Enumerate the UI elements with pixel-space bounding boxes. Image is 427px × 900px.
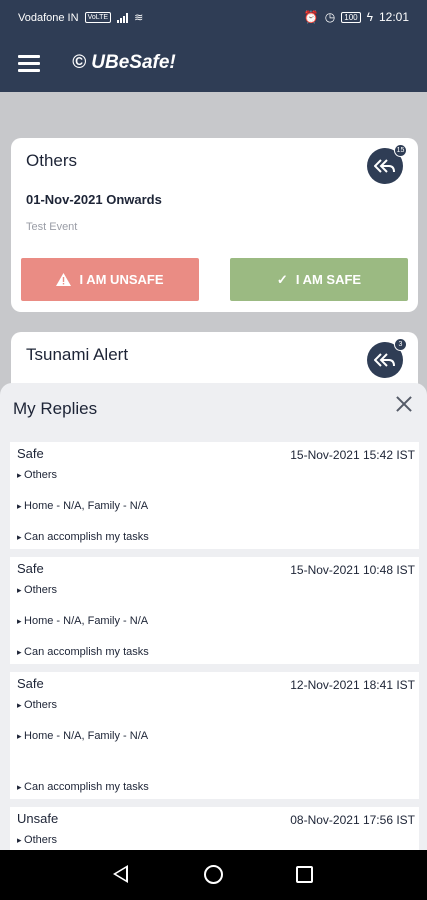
my-replies-sheet: My Replies Safe 15-Nov-2021 15:42 IST Ot… (0, 383, 427, 850)
reply-location: Home - N/A, Family - N/A (17, 615, 148, 627)
recent-apps-icon[interactable] (296, 866, 313, 883)
close-icon[interactable] (393, 393, 415, 415)
status-bar: Vodafone IN VoLTE ≋ ⏰ ◷ 100 ϟ 12:01 (0, 0, 427, 36)
reply-item: Safe 15-Nov-2021 15:42 IST Others Home -… (10, 442, 419, 549)
clock-icon: ◷ (324, 10, 336, 24)
reply-event: Others (17, 469, 57, 481)
reply-location: Home - N/A, Family - N/A (17, 500, 148, 512)
reply-all-icon (374, 353, 395, 367)
reply-timestamp: 15-Nov-2021 10:48 IST (290, 563, 415, 577)
hamburger-icon[interactable] (18, 55, 40, 73)
alarm-icon: ⏰ (303, 10, 319, 24)
reply-note: Can accomplish my tasks (17, 531, 149, 543)
reply-timestamp: 08-Nov-2021 17:56 IST (290, 813, 415, 827)
reply-location: Home - N/A, Family - N/A (17, 730, 148, 742)
i-am-safe-button[interactable]: ✓ I AM SAFE (230, 258, 408, 301)
reply-event: Others (17, 584, 57, 596)
reply-item: Safe 15-Nov-2021 10:48 IST Others Home -… (10, 557, 419, 664)
app-bar: © UBeSafe! (0, 36, 427, 92)
reply-event: Others (17, 834, 57, 846)
battery-icon: 100 (341, 11, 361, 23)
event-card: Others 15 01-Nov-2021 Onwards Test Event… (11, 138, 418, 312)
volte-badge: VoLTE (84, 12, 112, 23)
check-icon: ✓ (276, 271, 288, 287)
event-date: 01-Nov-2021 Onwards (26, 192, 162, 207)
sheet-title: My Replies (13, 399, 98, 418)
reply-status: Safe (17, 561, 44, 576)
reply-item: Unsafe 08-Nov-2021 17:56 IST Others (10, 807, 419, 850)
charging-icon: ϟ (366, 10, 373, 24)
reply-note: Can accomplish my tasks (17, 646, 149, 658)
warning-icon (56, 273, 72, 286)
home-icon[interactable] (204, 865, 223, 884)
unsafe-label: I AM UNSAFE (79, 272, 164, 287)
reply-status: Safe (17, 676, 44, 691)
carrier-label: Vodafone IN (18, 11, 79, 24)
status-time: 12:01 (378, 10, 409, 24)
reply-count-badge: 15 (394, 144, 407, 157)
reply-event: Others (17, 699, 57, 711)
i-am-unsafe-button[interactable]: I AM UNSAFE (21, 258, 199, 301)
app-title: © UBeSafe! (72, 52, 176, 73)
event-description: Test Event (26, 221, 78, 233)
wifi-icon: ≋ (134, 12, 144, 24)
reply-all-button[interactable]: 15 (367, 144, 407, 184)
back-icon[interactable] (113, 865, 128, 883)
reply-timestamp: 12-Nov-2021 18:41 IST (290, 678, 415, 692)
event-title: Others (26, 151, 78, 170)
reply-status: Unsafe (17, 811, 59, 826)
reply-status: Safe (17, 446, 44, 461)
signal-icon (117, 12, 129, 23)
event-title: Tsunami Alert (26, 345, 129, 364)
system-nav-bar (0, 850, 427, 900)
reply-note: Can accomplish my tasks (17, 781, 149, 793)
reply-count-badge: 3 (394, 338, 407, 351)
reply-timestamp: 15-Nov-2021 15:42 IST (290, 448, 415, 462)
reply-all-icon (374, 159, 395, 173)
safe-label: I AM SAFE (295, 272, 362, 287)
reply-item: Safe 12-Nov-2021 18:41 IST Others Home -… (10, 672, 419, 799)
reply-all-button[interactable]: 3 (367, 338, 407, 378)
